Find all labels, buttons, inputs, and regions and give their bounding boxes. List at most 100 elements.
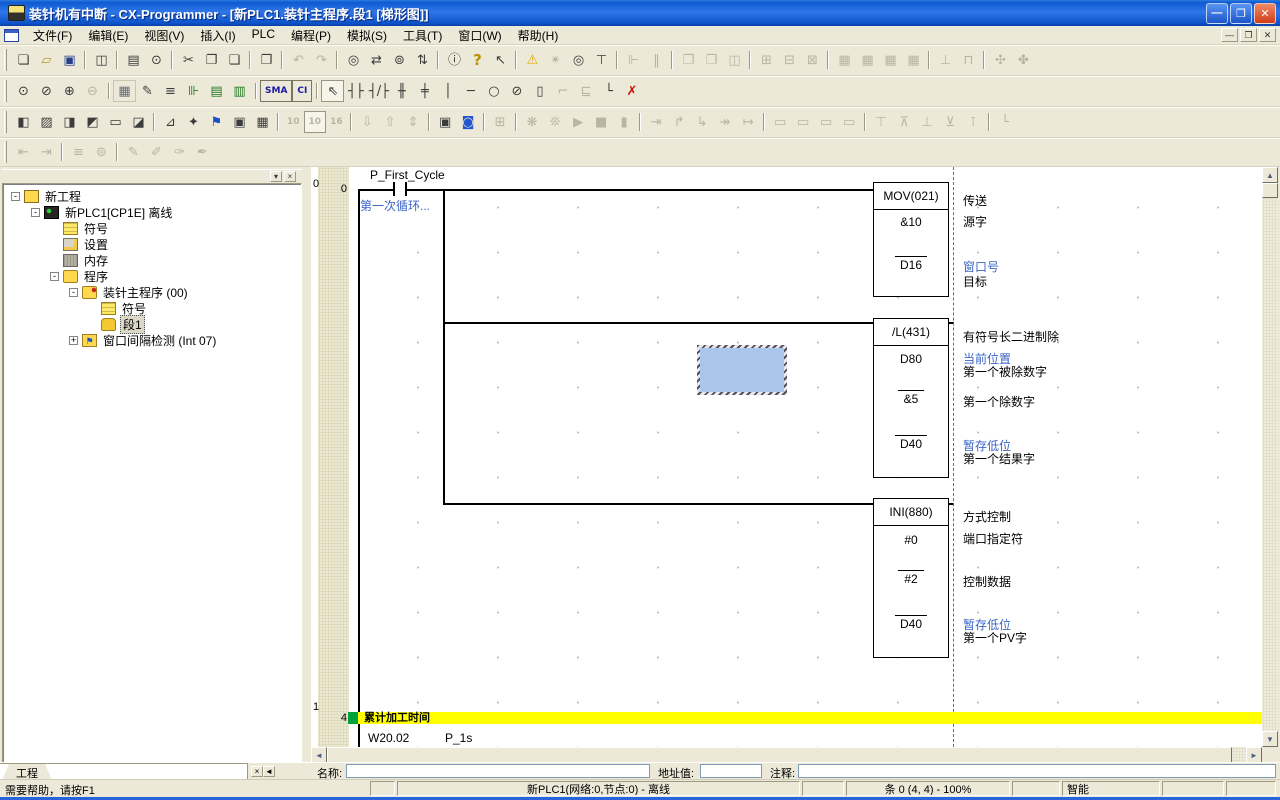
tb-new-file[interactable]: ❏ xyxy=(12,49,35,71)
tree-expander-icon[interactable]: - xyxy=(69,288,78,297)
selection-cursor[interactable] xyxy=(697,345,787,395)
tb-fb-invoke[interactable]: ⌐ xyxy=(551,80,574,102)
tb-cut[interactable]: ✂ xyxy=(177,49,200,71)
tb-diff-d[interactable]: ⊻ xyxy=(939,111,962,133)
tree-item-workspace-root[interactable]: - 新工程 xyxy=(3,188,301,204)
tb-step-over[interactable]: ↠ xyxy=(714,111,737,133)
contact-name[interactable]: P_First_Cycle xyxy=(370,168,445,182)
tb-zoom-custom[interactable]: ⊘ xyxy=(35,80,58,102)
toolbar-gripper[interactable] xyxy=(4,80,7,102)
tb-save[interactable]: ▣ xyxy=(58,49,81,71)
tb-transfer-from-plc[interactable]: ⇧ xyxy=(379,111,402,133)
tree-item-section1[interactable]: 段1 xyxy=(3,316,301,332)
tb-run-to[interactable]: ↦ xyxy=(737,111,760,133)
tb-show-monitor-box[interactable]: ▤ xyxy=(205,80,228,102)
tb-context-help[interactable]: ↖ xyxy=(489,49,512,71)
tb-redo[interactable]: ↷ xyxy=(310,49,333,71)
menu-view[interactable]: 视图(V) xyxy=(136,26,192,45)
tree-item-main-symbols[interactable]: 符号 xyxy=(3,300,301,316)
tb-vertical-line[interactable]: │ xyxy=(436,80,459,102)
tb-zoom-in[interactable]: ⊕ xyxy=(58,80,81,102)
mdi-close-button[interactable]: ✕ xyxy=(1259,28,1276,42)
divl-operand-3[interactable]: D40 xyxy=(895,435,927,451)
tb-edit-c[interactable]: ✑ xyxy=(168,141,191,163)
divl-instruction-block[interactable]: /L(431) D80 &5 D40 xyxy=(873,318,949,478)
tb-select-tool[interactable]: ⇖ xyxy=(321,80,344,102)
contact-left-leg[interactable] xyxy=(393,182,395,196)
mov-operand-1[interactable]: &10 xyxy=(874,215,948,229)
tb-help[interactable]: ? xyxy=(466,49,489,71)
tb-util-c[interactable]: ✣ xyxy=(989,49,1012,71)
divl-operand-1[interactable]: D80 xyxy=(874,352,948,366)
rung1-contact2-name[interactable]: P_1s xyxy=(445,731,472,745)
tb-process-c[interactable]: ⊠ xyxy=(801,49,824,71)
tb-find-warning[interactable]: ◎ xyxy=(567,49,590,71)
tree-item-memory[interactable]: 内存 xyxy=(3,252,301,268)
restore-button[interactable]: ❐ xyxy=(1230,3,1252,24)
tb-io-table-d[interactable]: ▦ xyxy=(902,49,925,71)
tb-work-online[interactable]: ▣ xyxy=(434,111,457,133)
tb-watch-3[interactable]: ▭ xyxy=(815,111,838,133)
mdi-restore-button[interactable]: ❐ xyxy=(1240,28,1257,42)
tb-monitor-b[interactable]: ❊ xyxy=(544,111,567,133)
tb-paste[interactable]: ❑ xyxy=(223,49,246,71)
tb-util-b[interactable]: ⊓ xyxy=(957,49,980,71)
tb-monitor-a[interactable]: ❋ xyxy=(521,111,544,133)
tb-util-a[interactable]: ⊥ xyxy=(934,49,957,71)
tb-fb-param[interactable]: ⊑ xyxy=(574,80,597,102)
tree-item-settings[interactable]: 设置 xyxy=(3,236,301,252)
tb-compare[interactable]: ◫ xyxy=(90,49,113,71)
tb-diff-b[interactable]: ⊼ xyxy=(893,111,916,133)
tb-indent-right[interactable]: ⇥ xyxy=(35,141,58,163)
tb-print-preview[interactable]: ⊙ xyxy=(145,49,168,71)
tb-decimal-10b[interactable]: 10 xyxy=(304,111,327,133)
tb-step-a[interactable]: ↱ xyxy=(668,111,691,133)
menu-edit[interactable]: 编辑(E) xyxy=(80,26,136,45)
tb-process-b[interactable]: ⊟ xyxy=(778,49,801,71)
tb-rung-comment[interactable]: ✎ xyxy=(136,80,159,102)
tree-item-interrupt-program[interactable]: + 窗口间隔检测 (Int 07) xyxy=(3,332,301,348)
tb-replace[interactable]: ⊚ xyxy=(388,49,411,71)
address-input[interactable] xyxy=(700,764,762,778)
tb-stop[interactable]: ■ xyxy=(590,111,613,133)
tb-error-next[interactable]: ✴ xyxy=(544,49,567,71)
tb-diff-c[interactable]: ⊥ xyxy=(916,111,939,133)
tb-io-table-b[interactable]: ▦ xyxy=(856,49,879,71)
tb-zoom-normal[interactable]: ⊙ xyxy=(12,80,35,102)
toolbar-gripper[interactable] xyxy=(4,111,7,133)
contact-right-leg[interactable] xyxy=(405,182,407,196)
tb-window-b[interactable]: ❒ xyxy=(700,49,723,71)
tb-io-table-c[interactable]: ▦ xyxy=(879,49,902,71)
tb-process-a[interactable]: ⊞ xyxy=(755,49,778,71)
rung1-comment-bar[interactable]: 累计加工时间 xyxy=(358,712,1262,724)
menu-plc[interactable]: PLC xyxy=(244,26,283,45)
tb-show-comments[interactable]: ≡ xyxy=(159,80,182,102)
tb-transfer-compare[interactable]: ⇕ xyxy=(402,111,425,133)
tb-instruction-box[interactable]: ▯ xyxy=(528,80,551,102)
tb-properties[interactable]: ⓘ xyxy=(443,49,466,71)
vertical-scrollbar[interactable]: ▲ ▼ xyxy=(1262,167,1278,747)
tb-change-all[interactable]: ⇄ xyxy=(365,49,388,71)
workspace-collapse-button[interactable]: ▾ xyxy=(270,171,282,182)
tb-delete-tool[interactable]: ✗ xyxy=(620,80,643,102)
tb-horizontal-line[interactable]: ─ xyxy=(459,80,482,102)
mdi-minimize-button[interactable]: — xyxy=(1221,28,1238,42)
menu-insert[interactable]: 插入(I) xyxy=(192,26,243,45)
toolbar-gripper[interactable] xyxy=(4,49,7,71)
name-input[interactable] xyxy=(346,764,650,778)
mdi-document-icon[interactable] xyxy=(4,29,19,42)
tree-expander-icon[interactable]: - xyxy=(31,208,40,217)
tb-view-window-a[interactable]: ◧ xyxy=(12,111,35,133)
ladder-canvas[interactable]: 0 0 P_First_Cycle 第一次循环... MOV(021) xyxy=(311,167,1262,747)
tb-find[interactable]: ◎ xyxy=(342,49,365,71)
tb-window-a[interactable]: ❐ xyxy=(677,49,700,71)
tb-goto-connection[interactable]: └ xyxy=(994,111,1017,133)
scroll-left-button[interactable]: ◄ xyxy=(311,747,327,763)
tb-coil[interactable]: ○ xyxy=(482,80,505,102)
tb-mnemonic-view[interactable]: SMA xyxy=(260,80,292,102)
toolbar-gripper[interactable] xyxy=(4,141,7,163)
scroll-up-button[interactable]: ▲ xyxy=(1262,167,1278,183)
tab-project[interactable]: 工程 xyxy=(2,764,52,780)
tb-paste-rung[interactable]: ❒ xyxy=(255,49,278,71)
tb-view-window-e[interactable]: ▭ xyxy=(104,111,127,133)
